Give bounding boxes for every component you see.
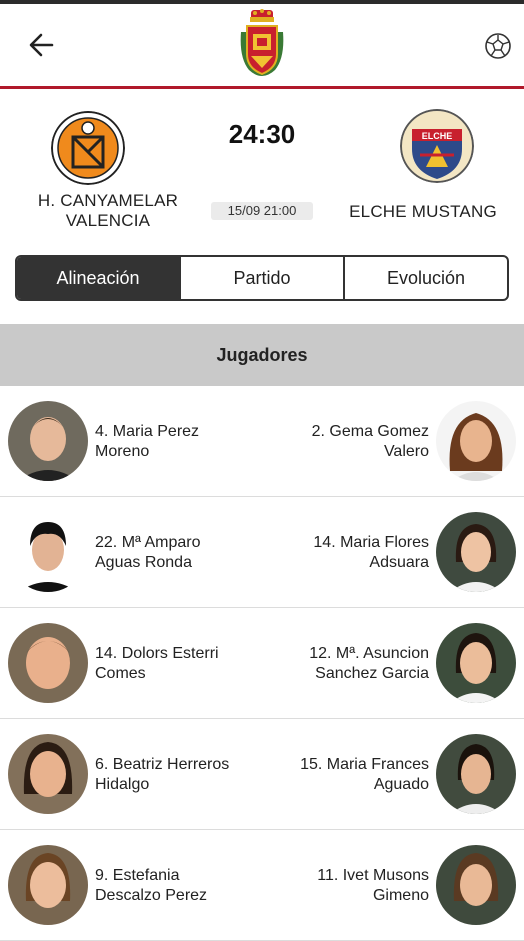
player-name-line: 6. Beatriz Herreros <box>95 756 230 773</box>
away-logo-text: ELCHE <box>422 131 453 141</box>
away-player-name[interactable]: 11. Ivet Musons Gimeno <box>269 866 429 906</box>
player-photo[interactable] <box>8 845 88 925</box>
player-name-line: Valero <box>383 443 429 460</box>
player-name-line: Gimeno <box>372 887 429 904</box>
player-name-line: 9. Estefania <box>95 867 180 884</box>
away-player-name[interactable]: 12. Mª. Asuncion Sanchez Garcia <box>269 644 429 684</box>
lineup-row: 6. Beatriz Herreros Hidalgo 15. Maria Fra… <box>0 719 524 830</box>
player-name-line: 14. Maria Flores <box>313 534 429 551</box>
player-name-line: Descalzo Perez <box>95 887 208 904</box>
tab-partido[interactable]: Partido <box>181 257 345 299</box>
player-name-line: Moreno <box>95 443 150 460</box>
player-name-line: 2. Gema Gomez <box>311 423 429 440</box>
player-name-line: 15. Maria Frances <box>300 756 429 773</box>
player-photo[interactable] <box>436 623 516 703</box>
player-photo[interactable] <box>436 512 516 592</box>
player-name-line: Sanchez Garcia <box>315 665 429 682</box>
player-name-line: Adsuara <box>369 554 429 571</box>
match-datetime: 15/09 21:00 <box>211 202 313 220</box>
player-photo[interactable] <box>436 845 516 925</box>
away-player-name[interactable]: 15. Maria Frances Aguado <box>269 755 429 795</box>
app-bar <box>0 4 524 89</box>
lineup-list: 4. Maria Perez Moreno 2. Gema Gomez Valero… <box>0 386 524 941</box>
player-name-line: 11. Ivet Musons <box>317 867 429 884</box>
away-team-name: ELCHE MUSTANG <box>349 202 497 221</box>
back-button[interactable] <box>24 28 58 62</box>
player-photo[interactable] <box>8 512 88 592</box>
home-player-name[interactable]: 22. Mª Amparo Aguas Ronda <box>95 533 255 573</box>
section-header-jugadores: Jugadores <box>0 324 524 386</box>
home-player-name[interactable]: 14. Dolors Esterri Comes <box>95 644 255 684</box>
tab-evolucion[interactable]: Evolución <box>345 257 507 299</box>
player-name-line: Aguado <box>373 776 429 793</box>
home-player-name[interactable]: 6. Beatriz Herreros Hidalgo <box>95 755 255 795</box>
player-name-line: 4. Maria Perez <box>95 423 200 440</box>
view-tabs: Alineación Partido Evolución <box>15 255 509 301</box>
home-team-logo <box>51 111 125 185</box>
match-score: 24:30 <box>228 119 296 149</box>
tab-alineacion[interactable]: Alineación <box>17 257 181 299</box>
player-photo[interactable] <box>8 401 88 481</box>
handball-icon[interactable] <box>484 32 512 60</box>
player-name-line: Aguas Ronda <box>95 554 192 571</box>
away-player-name[interactable]: 2. Gema Gomez Valero <box>269 422 429 462</box>
player-photo[interactable] <box>8 623 88 703</box>
player-name-line: 12. Mª. Asuncion <box>309 645 429 662</box>
lineup-row: 9. Estefania Descalzo Perez 11. Ivet Muso… <box>0 830 524 941</box>
player-photo[interactable] <box>436 734 516 814</box>
home-player-name[interactable]: 4. Maria Perez Moreno <box>95 422 255 462</box>
home-player-name[interactable]: 9. Estefania Descalzo Perez <box>95 866 255 906</box>
player-name-line: 14. Dolors Esterri <box>95 645 219 662</box>
home-team-name: H. CANYAMELAR VALENCIA <box>37 191 179 230</box>
lineup-row: 22. Mª Amparo Aguas Ronda 14. Maria Flore… <box>0 497 524 608</box>
player-name-line: Hidalgo <box>95 776 150 793</box>
arrow-left-icon <box>29 33 54 57</box>
match-summary: H. CANYAMELAR VALENCIA 24:30 15/09 21:00… <box>0 89 524 249</box>
player-name-line: Comes <box>95 665 146 682</box>
away-player-name[interactable]: 14. Maria Flores Adsuara <box>269 533 429 573</box>
player-photo[interactable] <box>8 734 88 814</box>
lineup-row: 4. Maria Perez Moreno 2. Gema Gomez Valero <box>0 386 524 497</box>
municipal-crest-icon <box>240 9 284 76</box>
player-photo[interactable] <box>436 401 516 481</box>
lineup-row: 14. Dolors Esterri Comes 12. Mª. Asuncion… <box>0 608 524 719</box>
away-team-logo: ELCHE <box>400 109 474 183</box>
player-name-line: 22. Mª Amparo <box>95 534 201 551</box>
